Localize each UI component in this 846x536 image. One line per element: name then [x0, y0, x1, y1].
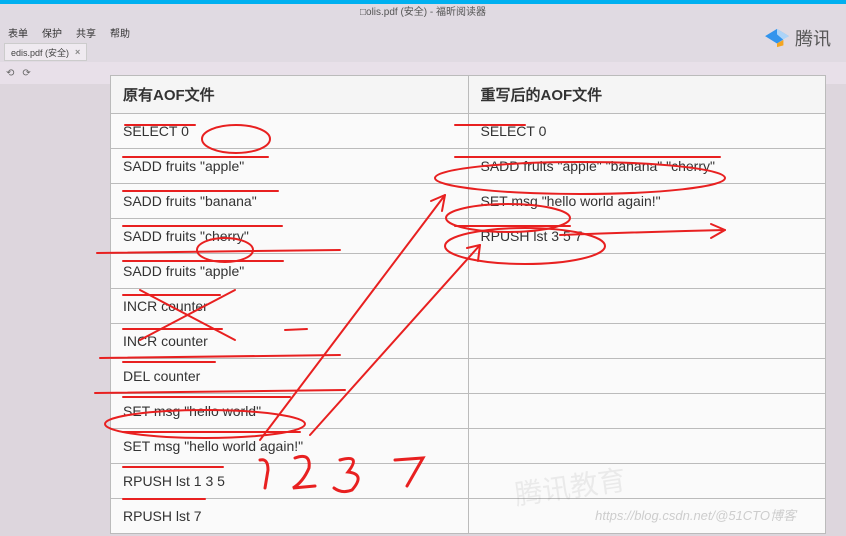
menu-item-help[interactable]: 帮助	[110, 25, 130, 40]
menu-bar: 表单 保护 共享 帮助	[0, 22, 846, 42]
table-row: SET msg "hello world"	[111, 394, 826, 429]
table-cell: SET msg "hello world again!"	[468, 184, 826, 219]
table-row: SADD fruits "apple"SADD fruits "apple" "…	[111, 149, 826, 184]
tab-document[interactable]: edis.pdf (安全) ×	[4, 43, 87, 61]
table-row: SADD fruits "apple"	[111, 254, 826, 289]
table-row: SET msg "hello world again!"	[111, 429, 826, 464]
logo-text: 腾讯	[795, 25, 831, 51]
tencent-logo: 腾讯	[763, 25, 831, 51]
table-cell: SADD fruits "apple"	[111, 149, 469, 184]
table-cell	[468, 324, 826, 359]
table-cell: SET msg "hello world again!"	[111, 429, 469, 464]
table-cell	[468, 429, 826, 464]
table-cell: RPUSH lst 1 3 5	[111, 464, 469, 499]
close-icon[interactable]: ×	[75, 47, 80, 57]
graduation-cap-icon	[763, 27, 791, 49]
table-cell: SADD fruits "apple" "banana" "cherry"	[468, 149, 826, 184]
redo-icon[interactable]: ⟳	[22, 68, 30, 79]
aof-table: 原有AOF文件 重写后的AOF文件 SELECT 0SELECT 0SADD f…	[110, 75, 826, 534]
table-cell: SADD fruits "banana"	[111, 184, 469, 219]
table-row: SADD fruits "banana"SET msg "hello world…	[111, 184, 826, 219]
menu-item-protect[interactable]: 保护	[42, 25, 62, 40]
tab-row: edis.pdf (安全) ×	[0, 42, 846, 62]
table-row: SELECT 0SELECT 0	[111, 114, 826, 149]
document-content: 原有AOF文件 重写后的AOF文件 SELECT 0SELECT 0SADD f…	[110, 75, 826, 534]
table-cell: RPUSH lst 7	[111, 499, 469, 534]
header-original: 原有AOF文件	[111, 76, 469, 114]
table-row: RPUSH lst 1 3 5	[111, 464, 826, 499]
table-row: INCR counter	[111, 289, 826, 324]
table-cell: RPUSH lst 3 5 7	[468, 219, 826, 254]
table-row: SADD fruits "cherry"RPUSH lst 3 5 7	[111, 219, 826, 254]
table-cell: SELECT 0	[111, 114, 469, 149]
table-cell	[468, 254, 826, 289]
table-cell	[468, 289, 826, 324]
table-cell: SELECT 0	[468, 114, 826, 149]
window-title-bar: □olis.pdf (安全) - 福昕阅读器	[0, 4, 846, 22]
table-cell: SADD fruits "cherry"	[111, 219, 469, 254]
header-rewritten: 重写后的AOF文件	[468, 76, 826, 114]
table-header-row: 原有AOF文件 重写后的AOF文件	[111, 76, 826, 114]
table-cell	[468, 394, 826, 429]
watermark-csdn: https://blog.csdn.net/@51CTO博客	[595, 505, 796, 524]
table-cell: INCR counter	[111, 289, 469, 324]
undo-icon[interactable]: ⟲	[6, 68, 14, 79]
table-cell: INCR counter	[111, 324, 469, 359]
menu-item-form[interactable]: 表单	[8, 25, 28, 40]
tab-label: edis.pdf (安全)	[11, 46, 69, 59]
table-cell	[468, 359, 826, 394]
table-row: DEL counter	[111, 359, 826, 394]
table-cell: SET msg "hello world"	[111, 394, 469, 429]
table-row: INCR counter	[111, 324, 826, 359]
menu-item-share[interactable]: 共享	[76, 25, 96, 40]
table-cell: SADD fruits "apple"	[111, 254, 469, 289]
table-cell: DEL counter	[111, 359, 469, 394]
